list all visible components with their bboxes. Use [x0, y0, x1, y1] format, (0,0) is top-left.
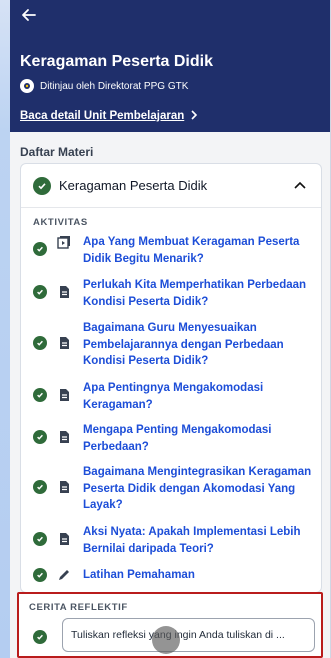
activity-label: Bagaimana Mengintegrasikan Keragaman Pes… — [83, 466, 312, 511]
document-icon — [57, 285, 71, 299]
activity-label: Perlukah Kita Memperhatikan Perbedaan Ko… — [83, 279, 307, 308]
back-arrow-icon[interactable] — [20, 6, 38, 24]
video-icon — [57, 235, 71, 249]
activity-label: Latihan Pemahaman — [83, 569, 195, 581]
activity-label: Mengapa Penting Mengakomodasi Perbedaan? — [83, 424, 272, 453]
activity-label: Aksi Nyata: Apakah Implementasi Lebih Be… — [83, 526, 301, 555]
check-icon — [33, 285, 47, 299]
section-title: Daftar Materi — [20, 145, 94, 159]
activity-item[interactable]: Apa Yang Membuat Keragaman Peserta Didik… — [33, 234, 317, 267]
background-left — [0, 0, 10, 658]
document-icon — [57, 480, 71, 494]
reflective-story-section: CERITA REFLEKTIF Tuliskan refleksi yang … — [17, 592, 323, 658]
check-icon — [33, 532, 47, 546]
reviewer-info: Ditinjau oleh Direktorat PPG GTK — [20, 79, 320, 93]
check-icon — [33, 480, 47, 494]
touch-indicator — [152, 626, 180, 654]
reflection-input[interactable]: Tuliskan refleksi yang ingin Anda tulisk… — [62, 618, 315, 652]
detail-link-label: Baca detail Unit Pembelajaran — [20, 110, 185, 122]
app-screen: Keragaman Peserta Didik Ditinjau oleh Di… — [10, 0, 331, 658]
check-icon — [33, 242, 47, 256]
check-icon — [33, 568, 47, 582]
activity-label: Apa Yang Membuat Keragaman Peserta Didik… — [83, 236, 300, 265]
activity-label: Bagaimana Guru Menyesuaikan Pembelajaran… — [83, 322, 284, 367]
check-icon — [33, 336, 47, 350]
document-icon — [57, 336, 71, 350]
activity-label: Apa Pentingnya Mengakomodasi Keragaman? — [83, 382, 264, 411]
reflective-label: CERITA REFLEKTIF — [29, 602, 128, 613]
activity-item[interactable]: Mengapa Penting Mengakomodasi Perbedaan? — [33, 422, 317, 455]
materi-card: Keragaman Peserta Didik AKTIVITAS Apa Ya… — [20, 163, 322, 593]
check-icon — [33, 630, 47, 644]
activity-item[interactable]: Aksi Nyata: Apakah Implementasi Lebih Be… — [33, 524, 317, 557]
chevron-up-icon[interactable] — [291, 177, 309, 195]
check-icon — [33, 430, 47, 444]
page-title: Keragaman Peserta Didik — [20, 53, 213, 70]
reviewer-text: Ditinjau oleh Direktorat PPG GTK — [40, 80, 189, 92]
header: Keragaman Peserta Didik Ditinjau oleh Di… — [10, 0, 330, 132]
module-title: Keragaman Peserta Didik — [59, 178, 208, 193]
document-icon — [57, 430, 71, 444]
chevron-right-icon — [190, 109, 198, 123]
activity-item[interactable]: Apa Pentingnya Mengakomodasi Keragaman? — [33, 380, 317, 413]
activity-item[interactable]: Bagaimana Mengintegrasikan Keragaman Pes… — [33, 464, 317, 514]
document-icon — [57, 388, 71, 402]
activities-label: AKTIVITAS — [33, 217, 88, 228]
check-icon — [33, 388, 47, 402]
pencil-icon — [57, 568, 71, 582]
document-icon — [57, 532, 71, 546]
ministry-logo-icon — [20, 79, 34, 93]
activity-item[interactable]: Latihan Pemahaman — [33, 567, 317, 584]
check-icon — [33, 176, 51, 195]
activity-item[interactable]: Perlukah Kita Memperhatikan Perbedaan Ko… — [33, 277, 317, 310]
module-header[interactable]: Keragaman Peserta Didik — [21, 164, 321, 208]
activity-item[interactable]: Bagaimana Guru Menyesuaikan Pembelajaran… — [33, 320, 317, 370]
detail-unit-link[interactable]: Baca detail Unit Pembelajaran — [20, 109, 320, 123]
